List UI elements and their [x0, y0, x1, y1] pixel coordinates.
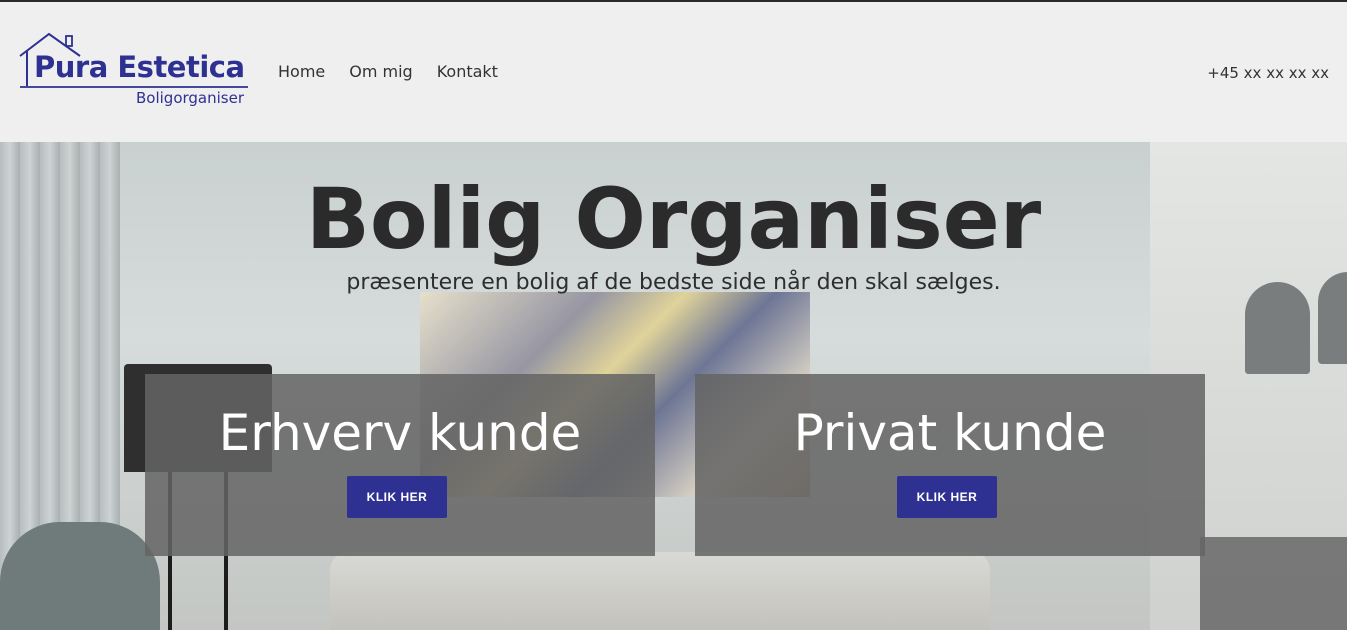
card-privat: Privat kunde KLIK HER — [695, 374, 1205, 556]
table-decoration — [1200, 537, 1347, 630]
chair-decoration — [0, 522, 160, 630]
phone-number[interactable]: +45 xx xx xx xx — [1207, 64, 1329, 82]
klik-her-button-privat[interactable]: KLIK HER — [897, 476, 997, 518]
main-nav: Home Om mig Kontakt — [278, 62, 498, 81]
nav-item-home[interactable]: Home — [278, 62, 325, 81]
nav-item-kontakt[interactable]: Kontakt — [437, 62, 498, 81]
sofa-decoration — [330, 552, 990, 630]
brand-tagline: Boligorganiser — [136, 89, 245, 107]
hero-subtitle: præsentere en bolig af de bedste side nå… — [346, 270, 1001, 295]
brand-name: Pura Estetica — [34, 50, 245, 84]
site-header: Pura Estetica Boligorganiser Home Om mig… — [0, 2, 1347, 142]
hero-section: Bolig Organiser præsentere en bolig af d… — [0, 142, 1347, 630]
nav-item-om-mig[interactable]: Om mig — [349, 62, 412, 81]
logo[interactable]: Pura Estetica Boligorganiser — [18, 32, 250, 110]
hero-title: Bolig Organiser — [305, 170, 1042, 268]
pendant-lamp-decoration — [1245, 282, 1310, 374]
klik-her-button-erhverv[interactable]: KLIK HER — [347, 476, 447, 518]
card-title: Erhverv kunde — [218, 404, 582, 462]
card-erhverv: Erhverv kunde KLIK HER — [145, 374, 655, 556]
card-title: Privat kunde — [793, 404, 1107, 462]
